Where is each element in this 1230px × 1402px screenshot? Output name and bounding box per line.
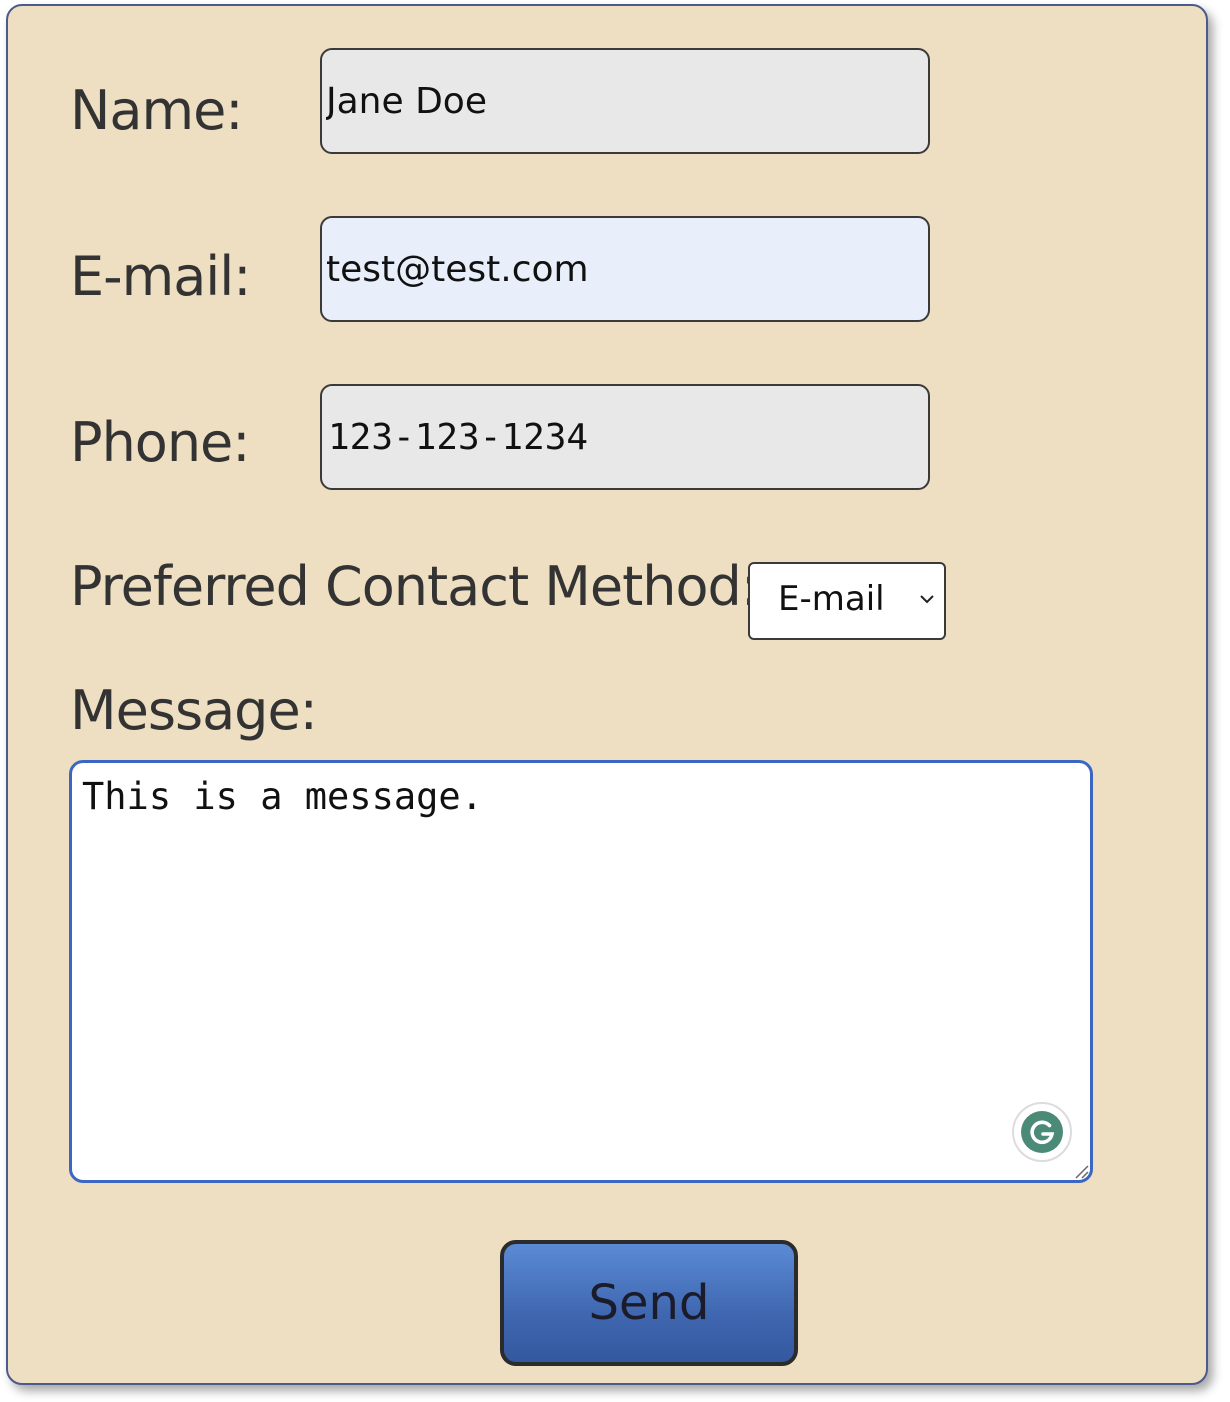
message-label: Message: [70, 679, 318, 742]
email-label: E-mail: [70, 245, 251, 308]
contact-method-label: Preferred Contact Method: [70, 555, 759, 618]
resize-handle-icon[interactable] [1072, 1162, 1090, 1180]
contact-method-select[interactable]: E-mail [748, 562, 946, 640]
message-textarea[interactable]: This is a message. [69, 760, 1093, 1183]
contact-method-selected-value: E-mail [778, 579, 885, 619]
chevron-down-icon [920, 595, 934, 604]
phone-input[interactable] [320, 384, 930, 490]
grammarly-icon[interactable] [1012, 1102, 1072, 1162]
send-button[interactable]: Send [500, 1240, 798, 1366]
contact-form: Name: E-mail: Phone: Preferred Contact M… [6, 4, 1208, 1385]
name-input[interactable] [320, 48, 930, 154]
email-input[interactable] [320, 216, 930, 322]
phone-label: Phone: [70, 411, 250, 474]
name-label: Name: [70, 79, 244, 142]
